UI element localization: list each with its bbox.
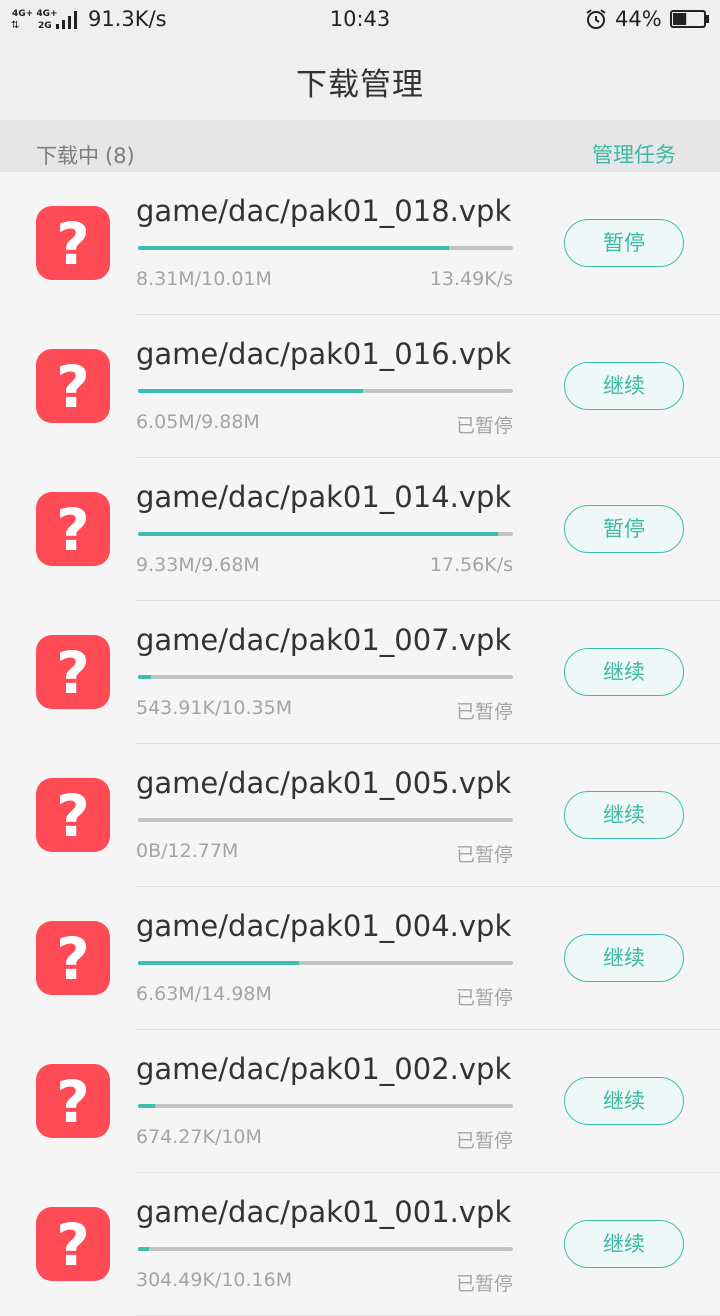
progress-bar [138, 246, 513, 250]
file-size: 674.27K/10M [136, 1126, 262, 1148]
unknown-file-icon: ? [36, 1207, 110, 1281]
file-size: 6.05M/9.88M [136, 411, 260, 433]
progress-bar [138, 675, 513, 679]
progress-bar [138, 818, 513, 822]
status-bar: 4G+ 4G+ 2G ⇅ 91.3K/s 10:43 44% [0, 0, 720, 40]
unknown-file-icon: ? [36, 635, 110, 709]
progress-fill [138, 389, 363, 393]
file-name: game/dac/pak01_007.vpk [136, 623, 512, 657]
battery-icon [670, 10, 709, 28]
download-status: 已暂停 [455, 844, 513, 866]
download-count: (8) [105, 144, 135, 168]
download-status: 已暂停 [455, 1273, 513, 1295]
battery-percent: 44% [615, 7, 662, 31]
unknown-file-icon: ? [36, 349, 110, 423]
progress-bar [138, 389, 513, 393]
file-size: 543.91K/10.35M [136, 697, 293, 719]
download-item[interactable]: ? game/dac/pak01_018.vpk 8.31M/10.01M 13… [0, 172, 720, 315]
download-status: 已暂停 [455, 987, 513, 1009]
toggle-download-button[interactable]: 暂停 [564, 219, 684, 267]
section-label: 下载中 (8) [36, 140, 135, 170]
download-status: 已暂停 [455, 415, 513, 437]
file-size: 304.49K/10.16M [136, 1269, 293, 1291]
file-size: 6.63M/14.98M [136, 983, 272, 1005]
unknown-file-icon: ? [36, 921, 110, 995]
section-label-text: 下载中 [36, 144, 99, 168]
page-title: 下载管理 [296, 67, 424, 103]
file-size: 0B/12.77M [136, 840, 239, 862]
unknown-file-icon: ? [36, 778, 110, 852]
clock: 10:43 [329, 7, 391, 31]
progress-fill [138, 675, 152, 679]
download-item[interactable]: ? game/dac/pak01_001.vpk 304.49K/10.16M … [0, 1173, 720, 1316]
download-status: 13.49K/s [429, 268, 513, 290]
section-header: 下载中 (8) 管理任务 [0, 120, 720, 172]
file-name: game/dac/pak01_002.vpk [136, 1052, 512, 1086]
progress-bar [138, 961, 513, 965]
progress-fill [138, 1247, 150, 1251]
download-status: 已暂停 [455, 1130, 513, 1152]
progress-fill [138, 532, 498, 536]
download-item[interactable]: ? game/dac/pak01_004.vpk 6.63M/14.98M 已暂… [0, 887, 720, 1030]
progress-bar [138, 1247, 513, 1251]
toggle-download-button[interactable]: 继续 [564, 362, 684, 410]
progress-fill [138, 1104, 155, 1108]
progress-fill [138, 961, 300, 965]
download-status: 已暂停 [455, 701, 513, 723]
alarm-icon [586, 9, 606, 29]
download-item[interactable]: ? game/dac/pak01_002.vpk 674.27K/10M 已暂停… [0, 1030, 720, 1173]
toggle-download-button[interactable]: 暂停 [564, 505, 684, 553]
toggle-download-button[interactable]: 继续 [564, 934, 684, 982]
title-bar: 下载管理 [0, 40, 720, 120]
download-item[interactable]: ? game/dac/pak01_007.vpk 543.91K/10.35M … [0, 601, 720, 744]
file-size: 8.31M/10.01M [136, 268, 272, 290]
unknown-file-icon: ? [36, 492, 110, 566]
progress-fill [138, 246, 450, 250]
file-name: game/dac/pak01_005.vpk [136, 766, 512, 800]
progress-bar [138, 532, 513, 536]
progress-bar [138, 1104, 513, 1108]
manage-tasks-button[interactable]: 管理任务 [592, 139, 676, 169]
file-name: game/dac/pak01_004.vpk [136, 909, 512, 943]
download-item[interactable]: ? game/dac/pak01_005.vpk 0B/12.77M 已暂停 继… [0, 744, 720, 887]
file-name: game/dac/pak01_016.vpk [136, 337, 512, 371]
file-name: game/dac/pak01_001.vpk [136, 1195, 512, 1229]
unknown-file-icon: ? [36, 1064, 110, 1138]
file-name: game/dac/pak01_014.vpk [136, 480, 512, 514]
download-list: ? game/dac/pak01_018.vpk 8.31M/10.01M 13… [0, 172, 720, 1316]
file-name: game/dac/pak01_018.vpk [136, 194, 512, 228]
download-item[interactable]: ? game/dac/pak01_014.vpk 9.33M/9.68M 17.… [0, 458, 720, 601]
file-size: 9.33M/9.68M [136, 554, 260, 576]
download-item[interactable]: ? game/dac/pak01_016.vpk 6.05M/9.88M 已暂停… [0, 315, 720, 458]
download-status: 17.56K/s [429, 554, 513, 576]
toggle-download-button[interactable]: 继续 [564, 648, 684, 696]
toggle-download-button[interactable]: 继续 [564, 1220, 684, 1268]
unknown-file-icon: ? [36, 206, 110, 280]
toggle-download-button[interactable]: 继续 [564, 791, 684, 839]
toggle-download-button[interactable]: 继续 [564, 1077, 684, 1125]
